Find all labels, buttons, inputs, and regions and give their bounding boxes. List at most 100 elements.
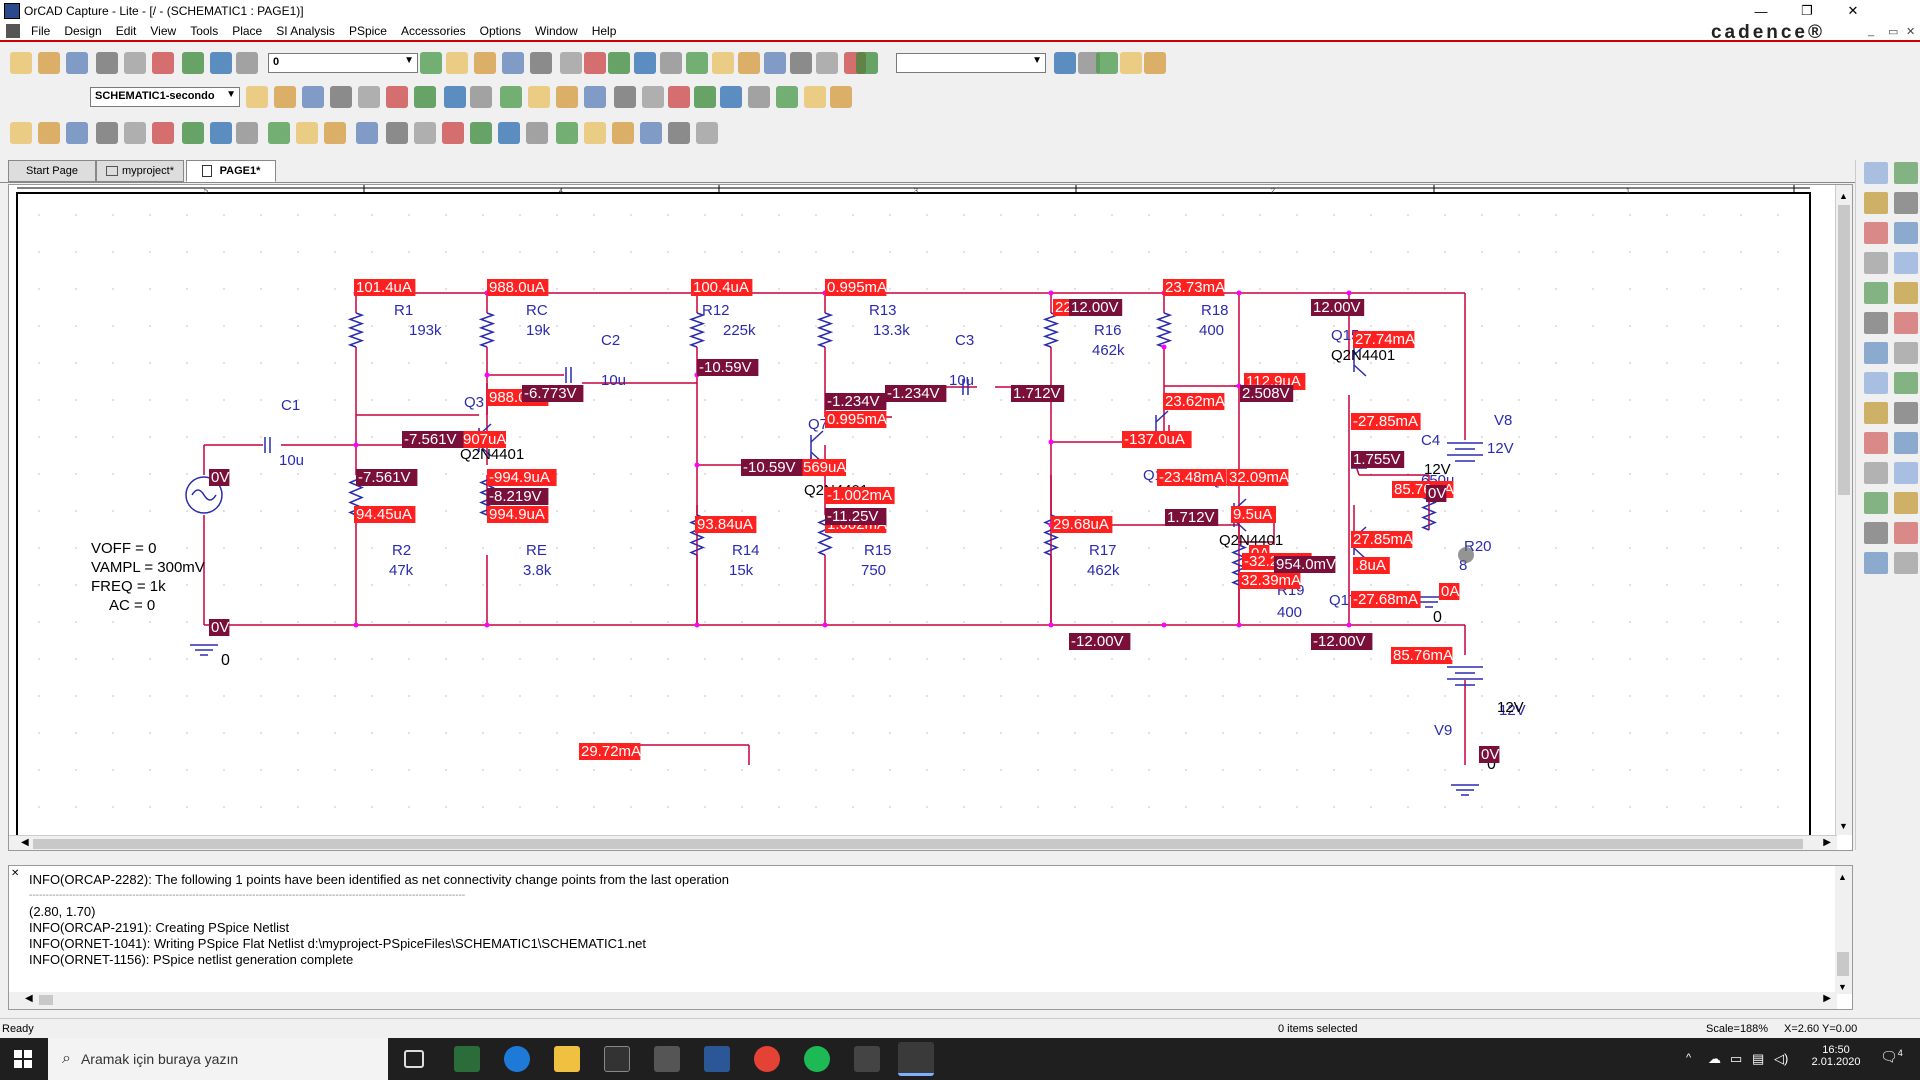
current-bias-value[interactable]: 27.85mA bbox=[1353, 531, 1413, 548]
menu-file[interactable]: File bbox=[24, 24, 57, 38]
part-value-q15[interactable]: Q2N4401 bbox=[1331, 347, 1395, 364]
scroll-thumb[interactable] bbox=[1838, 205, 1850, 495]
junction-icon[interactable] bbox=[1894, 282, 1918, 304]
current-bias-value[interactable]: 27.74mA bbox=[1355, 331, 1415, 348]
menu-help[interactable]: Help bbox=[585, 24, 624, 38]
tool-icon[interactable] bbox=[324, 122, 346, 144]
zoom-all-icon[interactable] bbox=[502, 52, 524, 74]
waveform-icon[interactable] bbox=[830, 86, 852, 108]
voltage-bias-value[interactable]: -12.00V bbox=[1313, 633, 1366, 650]
part-reference-r15[interactable]: R15 bbox=[864, 542, 892, 559]
tool-icon[interactable] bbox=[66, 122, 88, 144]
part-value-r12[interactable]: 225k bbox=[723, 322, 756, 339]
tab-page1[interactable]: PAGE1* bbox=[186, 160, 276, 182]
current-marker-icon[interactable] bbox=[528, 86, 550, 108]
part-reference-rc[interactable]: RC bbox=[526, 302, 548, 319]
menu-options[interactable]: Options bbox=[473, 24, 528, 38]
tool-icon[interactable] bbox=[1894, 522, 1918, 544]
bias-voltage-icon[interactable] bbox=[642, 86, 664, 108]
polyline-icon[interactable] bbox=[1894, 402, 1918, 424]
tab-myproject[interactable]: myproject* bbox=[96, 160, 184, 182]
task-view-icon[interactable] bbox=[404, 1050, 424, 1068]
waveform-icon[interactable] bbox=[720, 86, 742, 108]
bus-icon[interactable] bbox=[1864, 222, 1888, 244]
tool-icon[interactable] bbox=[124, 122, 146, 144]
forward-icon[interactable] bbox=[1120, 52, 1142, 74]
tool-icon[interactable] bbox=[152, 122, 174, 144]
eye-icon[interactable] bbox=[530, 52, 552, 74]
file-explorer-icon[interactable] bbox=[554, 1046, 580, 1072]
run-pspice-icon[interactable] bbox=[302, 86, 324, 108]
log-horizontal-scrollbar[interactable]: ◀ ▶ bbox=[9, 992, 1837, 1009]
voltage-bias-value[interactable]: 954.0mV bbox=[1276, 556, 1336, 573]
bookmark-icon[interactable] bbox=[1864, 492, 1888, 514]
voltage-bias-value[interactable]: 12.00V bbox=[1313, 299, 1361, 316]
current-bias-value[interactable]: 23.73mA bbox=[1165, 279, 1225, 296]
waveform-icon[interactable] bbox=[748, 86, 770, 108]
maximize-icon[interactable]: ❐ bbox=[1784, 0, 1830, 22]
part-value-v8[interactable]: 12V bbox=[1487, 440, 1514, 457]
part-value-r2[interactable]: 47k bbox=[389, 562, 414, 579]
voltage-bias-value[interactable]: -7.561V bbox=[358, 469, 411, 486]
current-bias-value[interactable]: 0A bbox=[1441, 583, 1459, 600]
part-reference-r13[interactable]: R13 bbox=[869, 302, 897, 319]
save-icon[interactable] bbox=[66, 52, 88, 74]
open-folder-icon[interactable] bbox=[38, 52, 60, 74]
voltage-bias-value[interactable]: 1.712V bbox=[1167, 509, 1215, 526]
print-icon[interactable] bbox=[96, 52, 118, 74]
tool-icon[interactable] bbox=[856, 52, 878, 74]
bias-current-icon[interactable] bbox=[668, 86, 690, 108]
close-icon[interactable]: ✕ bbox=[11, 868, 19, 879]
current-bias-value[interactable]: 569uA bbox=[803, 459, 846, 476]
voltage-diff-icon[interactable] bbox=[500, 86, 522, 108]
canvas-vertical-scrollbar[interactable]: ▲ ▼ bbox=[1835, 185, 1852, 835]
store-icon[interactable] bbox=[604, 1046, 630, 1072]
align-bottom-icon[interactable] bbox=[584, 122, 606, 144]
pin-icon[interactable] bbox=[1894, 372, 1918, 394]
voltage-marker-icon[interactable] bbox=[470, 86, 492, 108]
no-connect-icon[interactable] bbox=[1864, 282, 1888, 304]
redo-icon[interactable] bbox=[236, 52, 258, 74]
tool-icon[interactable] bbox=[790, 52, 812, 74]
waveform-icon[interactable] bbox=[776, 86, 798, 108]
minimize-icon[interactable]: — bbox=[1738, 0, 1784, 22]
current-bias-value[interactable]: -994.9uA bbox=[489, 469, 550, 486]
tool-icon[interactable] bbox=[38, 122, 60, 144]
menu-edit[interactable]: Edit bbox=[109, 24, 144, 38]
current-bias-value[interactable]: .8uA bbox=[1355, 557, 1386, 574]
tool-icon[interactable] bbox=[10, 122, 32, 144]
part-reference-re[interactable]: RE bbox=[526, 542, 547, 559]
simulation-profile-combo[interactable]: SCHEMATIC1-secondo ▼ bbox=[90, 87, 240, 107]
voltage-bias-value[interactable]: -10.59V bbox=[743, 459, 796, 476]
voltage-bias-value[interactable]: -6.773V bbox=[524, 385, 577, 402]
probe-icon[interactable] bbox=[414, 86, 436, 108]
spotify-icon[interactable] bbox=[804, 1046, 830, 1072]
waveform-icon[interactable] bbox=[804, 86, 826, 108]
tool-icon[interactable] bbox=[236, 122, 258, 144]
select-icon[interactable] bbox=[1864, 162, 1888, 184]
scroll-thumb[interactable] bbox=[1837, 952, 1849, 976]
voltage-bias-value[interactable]: 0V bbox=[211, 619, 229, 636]
menu-window[interactable]: Window bbox=[528, 24, 585, 38]
part-reference-c4[interactable]: C4 bbox=[1421, 432, 1440, 449]
tool-icon[interactable] bbox=[296, 122, 318, 144]
image-icon[interactable] bbox=[1894, 462, 1918, 484]
voltage-bias-value[interactable]: -1.234V bbox=[887, 385, 940, 402]
tool-icon[interactable] bbox=[1894, 552, 1918, 574]
current-bias-value[interactable]: 101.4uA bbox=[356, 279, 412, 296]
part-reference-v8[interactable]: V8 bbox=[1494, 412, 1512, 429]
part-reference-q3[interactable]: Q3 bbox=[464, 394, 484, 411]
mdi-minimize-icon[interactable]: _ bbox=[1868, 25, 1874, 37]
current-bias-value[interactable]: 94.45uA bbox=[356, 506, 412, 523]
power-icon[interactable] bbox=[614, 86, 636, 108]
tool-icon[interactable] bbox=[608, 52, 630, 74]
voltage-bias-value[interactable]: -1.234V bbox=[827, 393, 880, 410]
scroll-down-icon[interactable]: ▼ bbox=[1839, 821, 1848, 831]
new-file-icon[interactable] bbox=[10, 52, 32, 74]
current-bias-value[interactable]: 907uA bbox=[463, 431, 506, 448]
mail-icon[interactable] bbox=[654, 1046, 680, 1072]
tool-icon[interactable] bbox=[414, 122, 436, 144]
tool-icon[interactable] bbox=[210, 122, 232, 144]
taskbar-search[interactable]: ⌕ Aramak için buraya yazın bbox=[48, 1038, 388, 1080]
part-value-r19[interactable]: 400 bbox=[1277, 604, 1302, 621]
